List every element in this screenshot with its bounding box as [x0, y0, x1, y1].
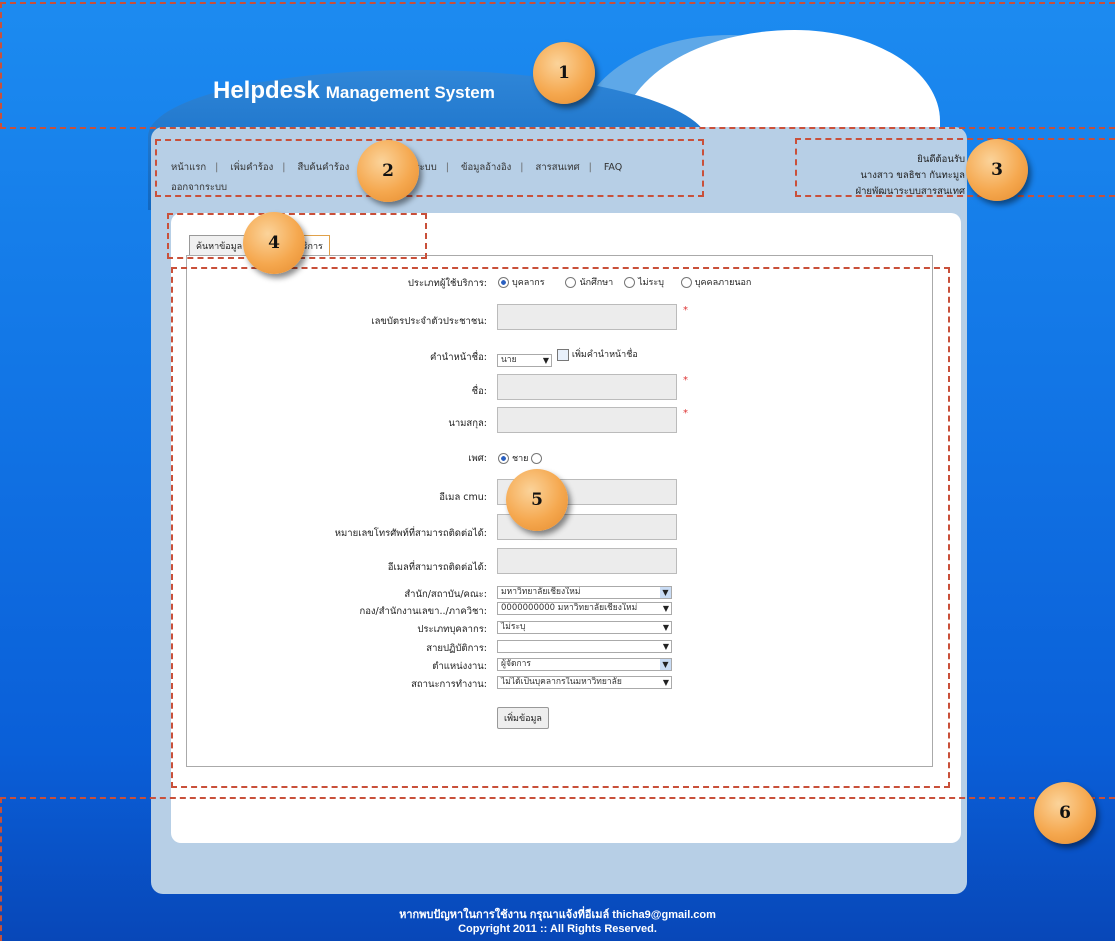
region-6-outline [0, 797, 1115, 941]
region-3-outline [795, 138, 1115, 197]
region-1-left-edge [0, 2, 10, 129]
marker-4: 4 [243, 212, 305, 274]
marker-5: 5 [506, 469, 568, 531]
marker-6: 6 [1034, 782, 1096, 844]
region-2-outline [155, 139, 704, 197]
marker-2: 2 [357, 140, 419, 202]
marker-3: 3 [966, 139, 1028, 201]
region-5-outline [171, 267, 950, 788]
marker-1: 1 [533, 42, 595, 104]
